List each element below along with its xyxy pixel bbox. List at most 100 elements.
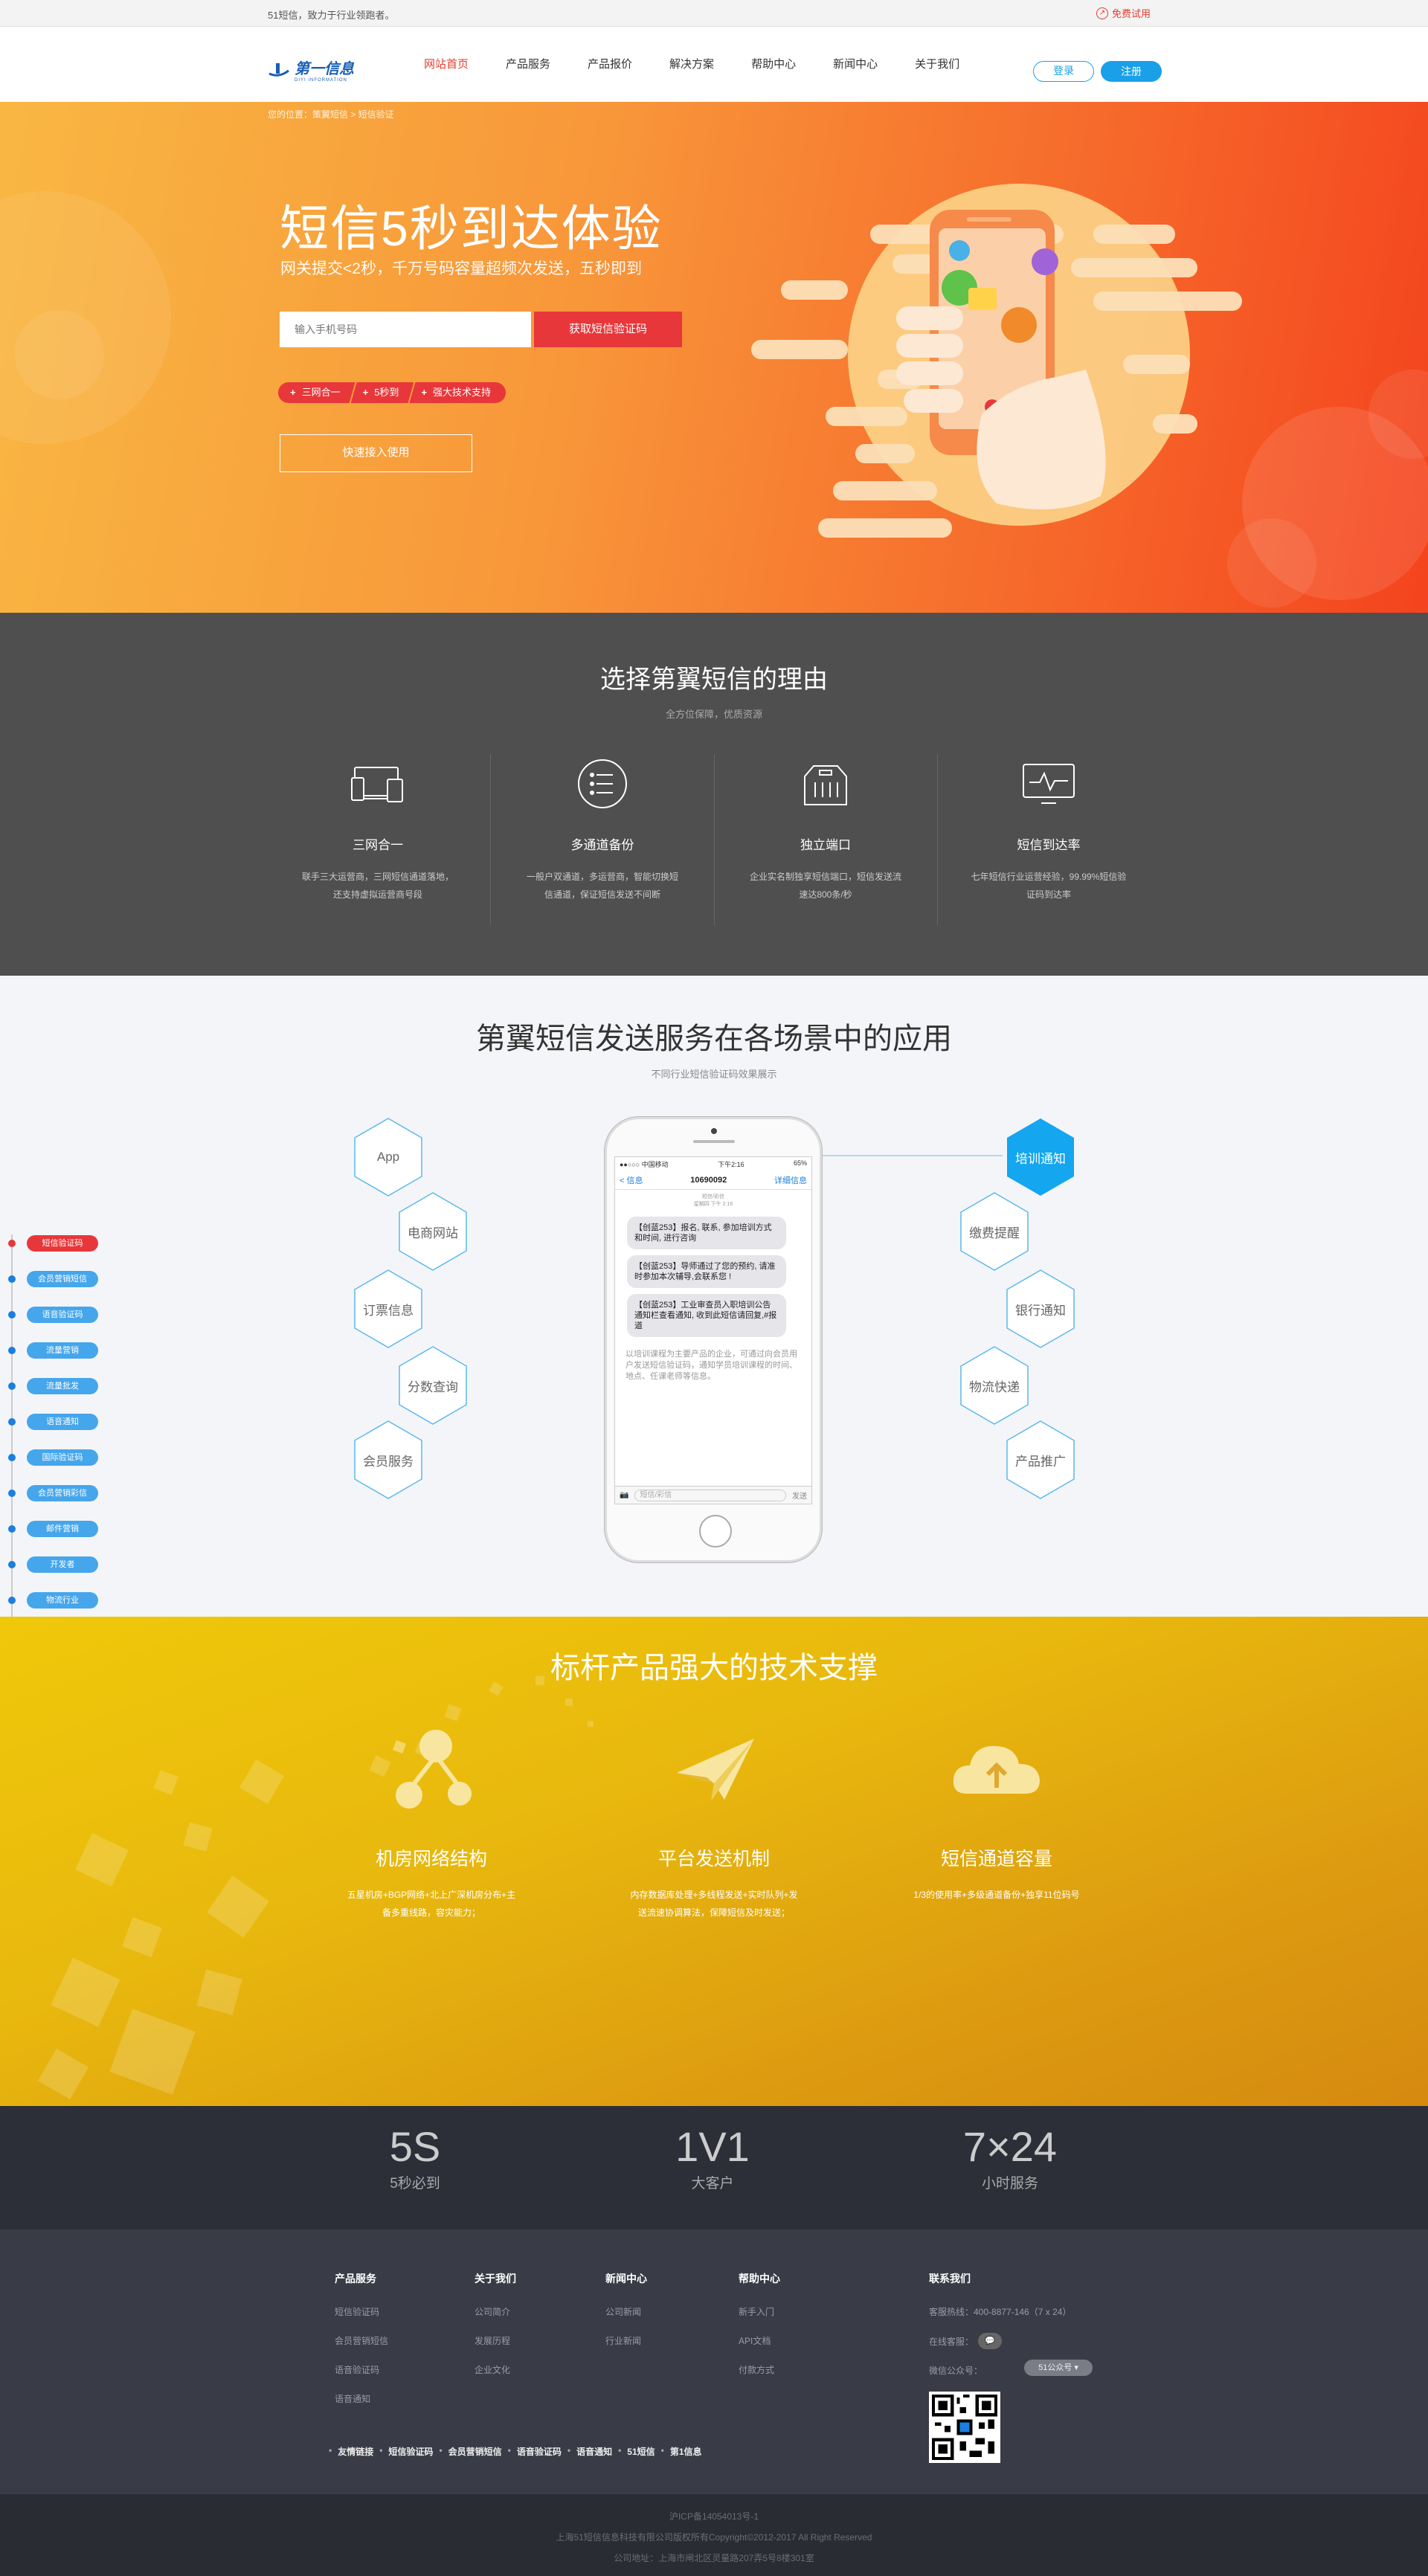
bullet: • [660,2445,664,2456]
chat-icon[interactable]: 💬 [978,2333,1003,2349]
tag-three-networks: + 三网合一 [278,382,356,403]
back-button[interactable]: < 信息 [620,1174,643,1186]
camera-icon[interactable]: 📷 [620,1491,628,1499]
footer-link[interactable]: 语音验证码 [335,2363,388,2376]
bullet: • [379,2445,383,2456]
top-bar: 51短信，致力于行业领跑者。 ↗ 免费试用 [0,0,1428,27]
hex-payment[interactable]: 缴费提醒 [959,1191,1029,1272]
free-trial-label: 免费试用 [1112,8,1151,19]
paper-plane-icon [662,1721,766,1817]
friend-link[interactable]: 第1信息 [670,2445,702,2458]
nav-news[interactable]: 新闻中心 [833,27,878,102]
hex-label: 培训通知 [1015,1151,1066,1166]
tech-support-section: 标杆产品强大的技术支撑 机房网络结构 五星机房+BGP网络+北上广深机房分布+主… [0,1617,1428,2106]
hex-ecommerce[interactable]: 电商网站 [398,1191,468,1272]
footer-link[interactable]: 企业文化 [475,2363,516,2376]
tag-label: 5秒到 [374,387,399,398]
nav-pricing[interactable]: 产品报价 [588,27,632,102]
nav-products[interactable]: 产品服务 [506,27,550,102]
free-trial-link[interactable]: ↗ 免费试用 [1096,6,1151,20]
icp-number: 沪ICP备14054013号-1 [669,2511,759,2522]
side-nav-traffic-marketing[interactable]: 流量营销 [27,1342,98,1359]
nav-about[interactable]: 关于我们 [915,27,959,102]
side-nav-traffic-wholesale[interactable]: 流量批发 [27,1378,98,1394]
side-nav-email[interactable]: 邮件营销 [27,1521,98,1537]
side-nav-logistics[interactable]: 物流行业 [27,1592,98,1609]
trial-icon: ↗ [1096,7,1108,19]
side-nav-member-sms[interactable]: 会员营销短信 [27,1271,98,1287]
footer: 产品服务 短信验证码 会员营销短信 语音验证码 语音通知 关于我们 公司简介 发… [0,2229,1428,2494]
plus-icon: + [290,387,296,398]
hex-logistics[interactable]: 物流快递 [959,1345,1029,1426]
phone-number-input[interactable] [280,312,531,347]
footer-col-products: 产品服务 短信验证码 会员营销短信 语音验证码 语音通知 [335,2271,388,2421]
feature-tags: + 三网合一 +5秒到 + 强大技术支持 [278,382,506,403]
footer-link[interactable]: 会员营销短信 [335,2334,388,2347]
side-nav-dot [8,1490,16,1497]
tech-capacity: 短信通道容量 1/3的使用率+多级通道备份+独享11位码号 [855,1721,1138,1904]
bullet: • [329,2445,332,2456]
side-nav-developer[interactable]: 开发者 [27,1556,98,1573]
hero-decoration [0,184,1428,608]
nav-help[interactable]: 帮助中心 [751,27,796,102]
footer-link[interactable]: 付款方式 [739,2363,780,2376]
hex-promotion[interactable]: 产品推广 [1006,1420,1075,1500]
hex-score[interactable]: 分数查询 [398,1345,468,1426]
hex-ticket[interactable]: 订票信息 [353,1269,423,1349]
speaker [693,1140,735,1143]
side-nav-voice-code[interactable]: 语音验证码 [27,1307,98,1323]
tech-item-desc: 五星机房+BGP网络+北上广深机房分布+主备多重线路，容灾能力； [347,1890,516,1918]
footer-link[interactable]: 短信验证码 [335,2305,388,2318]
friend-link[interactable]: 语音通知 [576,2445,612,2458]
footer-link[interactable]: 公司新闻 [605,2305,647,2318]
hex-app[interactable]: App [353,1117,423,1197]
friend-link[interactable]: 51短信 [627,2445,654,2458]
friend-link[interactable]: 语音验证码 [517,2445,562,2458]
bullet: • [439,2445,443,2456]
meta-type: 短信/彩信 [702,1194,724,1200]
side-nav-sms-code[interactable]: 短信验证码 [27,1235,98,1252]
login-button[interactable]: 登录 [1033,61,1094,82]
tech-item-desc: 1/3的使用率+多级通道备份+独享11位码号 [913,1890,1080,1900]
hex-label: App [376,1150,400,1164]
footer-link[interactable]: 新手入门 [739,2305,780,2318]
reasons-title: 选择第翼短信的理由 [600,666,828,694]
friend-link[interactable]: 短信验证码 [388,2445,433,2458]
details-link[interactable]: 详细信息 [774,1174,807,1186]
footer-link[interactable]: 公司简介 [475,2305,516,2318]
side-nav-dot [8,1275,16,1283]
hex-bank[interactable]: 银行通知 [1006,1269,1075,1349]
nav-home[interactable]: 网站首页 [424,27,469,102]
reason-desc: 一般户双通道，多运营商，智能切换短信通道，保证短信发送不间断 [526,872,678,900]
sms-input[interactable]: 短信/彩信 [634,1489,786,1501]
side-nav-intl-code[interactable]: 国际验证码 [27,1449,98,1466]
side-nav-member-mms[interactable]: 会员营销彩信 [27,1485,98,1501]
clock: 下午2:16 [718,1161,744,1168]
hex-training[interactable]: 培训通知 [1006,1117,1075,1197]
plus-icon: + [421,387,428,398]
friend-link[interactable]: 会员营销短信 [448,2445,502,2458]
stat-label: 5秒必到 [390,2176,440,2192]
devices-icon [348,754,408,814]
reason-title: 三网合一 [353,838,403,852]
side-nav-dot [8,1454,16,1461]
send-button[interactable]: 发送 [792,1490,807,1501]
site-slogan: 51短信，致力于行业领跑者。 [268,10,395,21]
hex-member[interactable]: 会员服务 [353,1420,423,1500]
register-button[interactable]: 注册 [1101,61,1162,82]
footer-link[interactable]: 发展历程 [475,2334,516,2347]
tech-network: 机房网络结构 五星机房+BGP网络+北上广深机房分布+主备多重线路，容灾能力； [290,1721,573,1922]
footer-link[interactable]: API文档 [739,2334,780,2347]
nav-solutions[interactable]: 解决方案 [669,27,714,102]
get-verification-code-button[interactable]: 获取短信验证码 [534,312,682,347]
online-service: 在线客服： 💬 [929,2333,1071,2349]
footer-link[interactable]: 行业新闻 [605,2334,647,2347]
wechat-row: 微信公众号： 51公众号 ▾ [929,2360,1093,2377]
wechat-select[interactable]: 51公众号 ▾ [1024,2360,1093,2376]
side-nav-voice-notice[interactable]: 语音通知 [27,1414,98,1430]
logo[interactable]: 第一信息 DIYI INFORMATION [268,57,354,83]
reason-desc: 七年短信行业运营经验，99.99%短信验证码到达率 [971,872,1127,900]
footer-col-title: 帮助中心 [739,2273,780,2284]
footer-link[interactable]: 语音通知 [335,2392,388,2405]
quick-access-button[interactable]: 快速接入使用 [280,434,472,472]
